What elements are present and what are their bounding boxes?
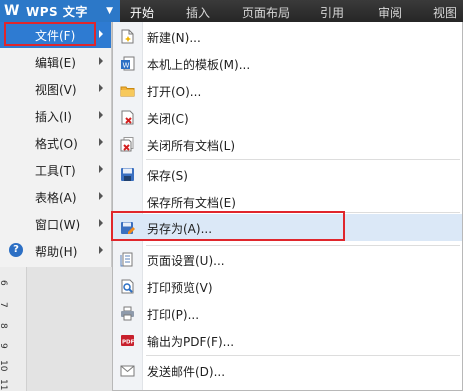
menu-item-table[interactable]: 表格(A)	[0, 184, 111, 210]
open-folder-icon	[120, 86, 135, 97]
menu-new[interactable]: 新建(N)...	[113, 23, 462, 50]
new-doc-icon	[121, 29, 134, 44]
menu-item-label: 工具(T)	[35, 164, 76, 178]
tab-view[interactable]: 视图	[433, 4, 457, 21]
menu-label: 本机上的模板(M)...	[147, 58, 251, 72]
chevron-right-icon	[99, 219, 103, 227]
menu-item-format[interactable]: 格式(O)	[0, 130, 111, 156]
chevron-right-icon	[99, 57, 103, 65]
menu-export-pdf[interactable]: PDF 输出为PDF(F)...	[113, 327, 462, 354]
menu-item-label: 帮助(H)	[35, 245, 78, 259]
save-as-icon	[121, 222, 135, 234]
menu-print-preview[interactable]: 打印预览(V)	[113, 273, 462, 300]
template-icon: W	[121, 56, 135, 71]
menu-close-all[interactable]: 关闭所有文档(L)	[113, 131, 462, 158]
menu-label: 保存所有文档(E)	[147, 196, 236, 210]
menu-separator	[146, 159, 460, 160]
menu-item-help[interactable]: ? 帮助(H)	[0, 238, 111, 264]
menu-item-edit[interactable]: 编辑(E)	[0, 49, 111, 75]
menu-item-file[interactable]: 文件(F)	[0, 22, 111, 48]
menu-item-label: 格式(O)	[35, 137, 78, 151]
chevron-right-icon	[99, 84, 103, 92]
menu-close[interactable]: 关闭(C)	[113, 104, 462, 131]
ruler-number: 11	[0, 379, 8, 391]
caret-down-icon: ▼	[106, 6, 113, 16]
tab-references[interactable]: 引用	[320, 4, 344, 21]
mail-icon	[120, 365, 135, 377]
menu-item-label: 插入(I)	[35, 110, 72, 124]
menu-label: 关闭(C)	[147, 112, 189, 126]
ruler-number: 6	[0, 280, 8, 286]
menu-label: 发送邮件(D)...	[147, 365, 226, 379]
tab-insert[interactable]: 插入	[186, 4, 210, 21]
menu-label: 另存为(A)...	[147, 222, 213, 236]
ruler-number: 9	[0, 343, 8, 349]
ruler-number: 10	[0, 360, 8, 372]
wps-logo: W	[4, 3, 20, 19]
menu-item-window[interactable]: 窗口(W)	[0, 211, 111, 237]
print-preview-icon	[121, 279, 134, 294]
chevron-right-icon	[99, 246, 103, 254]
menu-item-label: 视图(V)	[35, 83, 77, 97]
menu-item-label: 表格(A)	[35, 191, 77, 205]
menu-label: 打印预览(V)	[147, 281, 213, 295]
menu-item-label: 文件(F)	[35, 29, 76, 43]
svg-text:PDF: PDF	[122, 340, 135, 346]
tab-page-layout[interactable]: 页面布局	[242, 4, 290, 21]
menu-open[interactable]: 打开(O)...	[113, 77, 462, 104]
ruler-number: 8	[0, 323, 8, 329]
document-gutter	[27, 267, 112, 391]
menu-label: 保存(S)	[147, 169, 188, 183]
menu-item-label: 编辑(E)	[35, 56, 76, 70]
menu-label: 关闭所有文档(L)	[147, 139, 236, 153]
chevron-right-icon	[99, 138, 103, 146]
wps-app-menu-button[interactable]: W WPS 文字 ▼	[0, 0, 120, 22]
save-icon	[121, 168, 134, 181]
menu-item-tools[interactable]: 工具(T)	[0, 157, 111, 183]
close-all-icon	[120, 137, 134, 152]
app-name-label: WPS 文字	[26, 4, 88, 19]
menu-send-mail[interactable]: 发送邮件(D)...	[113, 357, 462, 384]
menu-label: 打印(P)...	[147, 308, 200, 322]
menu-separator	[146, 212, 460, 213]
menu-separator	[146, 355, 460, 356]
menu-item-view[interactable]: 视图(V)	[0, 76, 111, 102]
file-submenu: 新建(N)... W 本机上的模板(M)... 打开(O)... 关闭(C) 关…	[112, 22, 463, 391]
pdf-icon: PDF	[121, 335, 135, 346]
help-icon: ?	[9, 243, 23, 257]
chevron-right-icon	[99, 111, 103, 119]
menu-save[interactable]: 保存(S)	[113, 161, 462, 188]
tab-start[interactable]: 开始	[130, 4, 154, 21]
menu-label: 页面设置(U)...	[147, 254, 225, 268]
printer-icon	[121, 306, 134, 321]
menu-item-insert[interactable]: 插入(I)	[0, 103, 111, 129]
chevron-right-icon	[99, 165, 103, 173]
menu-page-setup[interactable]: 页面设置(U)...	[113, 246, 462, 273]
menu-save-as[interactable]: 另存为(A)...	[113, 214, 462, 241]
ruler-number: 7	[0, 302, 8, 308]
tab-review[interactable]: 审阅	[378, 4, 402, 21]
page-setup-icon	[120, 252, 133, 267]
menu-label: 输出为PDF(F)...	[147, 335, 235, 349]
menu-label: 打开(O)...	[147, 85, 202, 99]
svg-text:W: W	[123, 62, 130, 70]
menu-item-label: 窗口(W)	[35, 218, 81, 232]
vertical-ruler: 6 7 8 9 10 11	[0, 267, 27, 391]
menu-print[interactable]: 打印(P)...	[113, 300, 462, 327]
menu-local-templates[interactable]: W 本机上的模板(M)...	[113, 50, 462, 77]
menu-save-all[interactable]: 保存所有文档(E)	[113, 188, 462, 215]
ribbon-tab-bar: 开始 插入 页面布局 引用 审阅 视图	[120, 0, 463, 22]
main-menu: 文件(F) 编辑(E) 视图(V) 插入(I) 格式(O) 工具(T) 表格(A…	[0, 22, 112, 267]
menu-label: 新建(N)...	[147, 31, 201, 45]
chevron-right-icon	[99, 30, 103, 38]
close-doc-icon	[121, 110, 134, 125]
chevron-right-icon	[99, 192, 103, 200]
